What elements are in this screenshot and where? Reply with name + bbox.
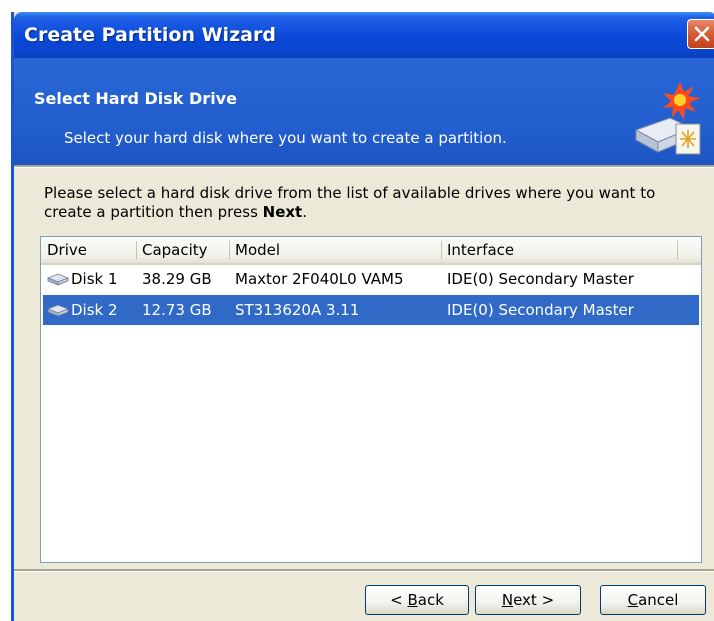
window-title: Create Partition Wizard: [24, 24, 276, 46]
close-icon: [694, 26, 710, 42]
column-separator[interactable]: [677, 241, 678, 259]
back-button-rest: ack: [417, 591, 444, 609]
header-subtitle: Select your hard disk where you want to …: [64, 129, 507, 147]
close-button[interactable]: [687, 19, 714, 49]
hard-disk-icon: [47, 304, 69, 317]
column-separator[interactable]: [441, 241, 442, 259]
instruction-text-after: .: [302, 203, 308, 221]
column-header-drive[interactable]: Drive: [47, 241, 87, 259]
drive-model: ST313620A 3.11: [235, 301, 360, 319]
header-title: Select Hard Disk Drive: [34, 89, 237, 108]
footer-divider: [14, 569, 714, 572]
column-separator[interactable]: [229, 241, 230, 259]
cancel-button[interactable]: Cancel: [600, 585, 706, 615]
title-bar[interactable]: Create Partition Wizard: [14, 12, 714, 58]
hard-disk-wizard-icon: [634, 82, 701, 155]
list-header: Drive Capacity Model Interface: [41, 237, 701, 265]
header-divider: [14, 165, 714, 168]
instruction-next-bold: Next: [262, 203, 303, 221]
cancel-button-accel: C: [627, 591, 639, 609]
hard-disk-icon: [47, 273, 69, 286]
drive-interface: IDE(0) Secondary Master: [447, 270, 634, 288]
column-separator[interactable]: [136, 241, 137, 259]
instruction-text: Please select a hard disk drive from the…: [44, 184, 684, 222]
column-header-interface[interactable]: Interface: [447, 241, 514, 259]
column-header-model[interactable]: Model: [235, 241, 280, 259]
drive-capacity: 12.73 GB: [142, 301, 212, 319]
table-row-selected[interactable]: Disk 2 12.73 GB ST313620A 3.11 IDE(0) Se…: [43, 295, 699, 325]
drive-capacity: 38.29 GB: [142, 270, 212, 288]
wizard-window: Create Partition Wizard Select Hard Disk…: [11, 12, 714, 621]
drive-interface: IDE(0) Secondary Master: [447, 301, 634, 319]
next-button-accel: N: [501, 591, 514, 609]
next-button-rest: ext >: [513, 591, 555, 609]
drive-name: Disk 2: [71, 301, 118, 319]
drive-model: Maxtor 2F040L0 VAM5: [235, 270, 404, 288]
next-button[interactable]: Next >: [475, 585, 581, 615]
back-button-prefix: <: [390, 591, 408, 609]
back-button[interactable]: < Back: [365, 585, 469, 615]
table-row[interactable]: Disk 1 38.29 GB Maxtor 2F040L0 VAM5 IDE(…: [43, 264, 699, 294]
drive-name: Disk 1: [71, 270, 118, 288]
wizard-header: Select Hard Disk Drive Select your hard …: [14, 58, 714, 165]
drive-list[interactable]: Drive Capacity Model Interface Disk 1 38…: [40, 236, 702, 563]
back-button-accel: B: [407, 591, 418, 609]
cancel-button-rest: ancel: [638, 591, 679, 609]
instruction-text-before: Please select a hard disk drive from the…: [44, 184, 656, 221]
column-header-capacity[interactable]: Capacity: [142, 241, 208, 259]
